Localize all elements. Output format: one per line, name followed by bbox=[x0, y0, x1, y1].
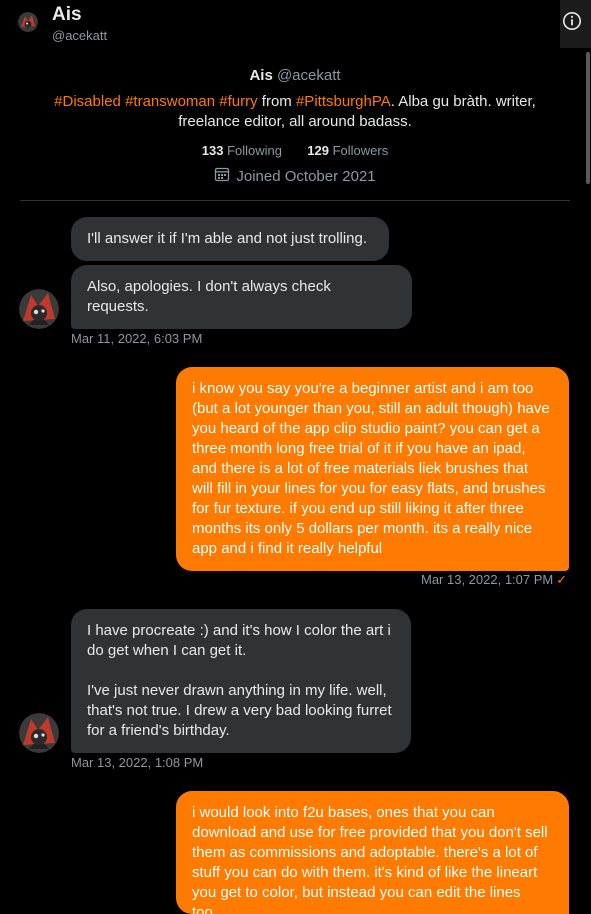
message-bubble-incoming[interactable]: I'll answer it if I'm able and not just … bbox=[71, 217, 389, 261]
following-label: Following bbox=[227, 143, 283, 158]
following-count: 133 bbox=[201, 143, 224, 158]
profile-bio: #Disabled #transwoman #furry from #Pitts… bbox=[20, 92, 570, 132]
profile-stats: 133 Following 129 Followers bbox=[20, 142, 570, 160]
scrollbar-thumb[interactable] bbox=[586, 52, 590, 184]
sent-check-icon: ✓ bbox=[556, 572, 568, 587]
joined-text: Joined October 2021 bbox=[236, 167, 376, 185]
profile-handle: @acekatt bbox=[276, 67, 341, 84]
message-bubble-outgoing[interactable]: i know you say you're a beginner artist … bbox=[176, 367, 569, 571]
info-icon[interactable] bbox=[562, 11, 582, 31]
profile-summary: Ais @acekatt #Disabled #transwoman #furr… bbox=[20, 66, 570, 186]
header-name[interactable]: Ais bbox=[52, 4, 82, 26]
followers-link[interactable]: 129 Followers bbox=[307, 143, 388, 158]
hashtag-link[interactable]: #transwoman bbox=[125, 93, 215, 110]
message-bubble-outgoing[interactable]: i would look into f2u bases, ones that y… bbox=[176, 791, 569, 914]
timestamp-text: Mar 13, 2022, 1:07 PM bbox=[421, 572, 554, 587]
following-link[interactable]: 133 Following bbox=[202, 143, 286, 158]
bio-text: . Alba gu bràth. writer, bbox=[390, 93, 536, 110]
profile-name-line: Ais @acekatt bbox=[20, 66, 570, 86]
profile-divider bbox=[20, 200, 570, 201]
bio-text: freelance editor, all around badass. bbox=[178, 113, 412, 130]
sender-avatar[interactable] bbox=[19, 289, 59, 329]
hashtag-link[interactable]: #furry bbox=[219, 93, 257, 110]
message-bubble-incoming[interactable]: Also, apologies. I don't always check re… bbox=[71, 265, 412, 329]
message-timestamp-sent: Mar 13, 2022, 1:07 PM ✓ bbox=[421, 572, 567, 588]
bio-text: from bbox=[257, 93, 296, 110]
hashtag-link[interactable]: #PittsburghPA bbox=[296, 93, 391, 110]
calendar-icon bbox=[214, 166, 230, 186]
header-handle: @acekatt bbox=[52, 28, 108, 43]
message-bubble-incoming[interactable]: I have procreate :) and it's how I color… bbox=[71, 609, 411, 753]
followers-label: Followers bbox=[332, 143, 389, 158]
sender-avatar[interactable] bbox=[19, 713, 59, 753]
hashtag-link[interactable]: #Disabled bbox=[54, 93, 121, 110]
profile-name[interactable]: Ais bbox=[249, 67, 272, 84]
header-avatar[interactable] bbox=[18, 12, 38, 32]
followers-count: 129 bbox=[307, 143, 329, 158]
joined-date: Joined October 2021 bbox=[20, 166, 570, 186]
message-timestamp: Mar 11, 2022, 6:03 PM bbox=[71, 331, 203, 346]
message-timestamp: Mar 13, 2022, 1:08 PM bbox=[71, 755, 204, 770]
conversation-header: Ais @acekatt bbox=[0, 0, 591, 52]
